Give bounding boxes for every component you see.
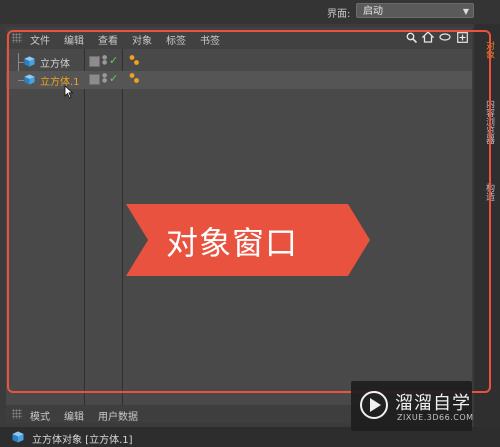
object-row-cube[interactable]: 立方体 ● ● ✓ xyxy=(6,53,472,71)
object-row-cube-1[interactable]: 立方体.1 ● ● ✓ xyxy=(6,71,472,89)
layer-box-icon[interactable] xyxy=(89,56,100,67)
menu-edit-attr[interactable]: 编辑 xyxy=(64,408,84,423)
menu-tags[interactable]: 标签 xyxy=(166,32,186,47)
watermark: 溜溜自学 ZIXUE.3D66.COM xyxy=(351,381,474,431)
object-name[interactable]: 立方体 xyxy=(40,55,70,70)
visibility-dots-icon[interactable]: ● ● xyxy=(102,73,108,85)
menu-object[interactable]: 对象 xyxy=(132,32,152,47)
status-text: 立方体对象 [立方体.1] xyxy=(32,435,133,446)
mouse-cursor-icon xyxy=(64,85,74,99)
tab-content-browser[interactable]: 内容浏览器 xyxy=(476,78,496,164)
watermark-title: 溜溜自学 xyxy=(395,393,471,414)
interface-dropdown-value: 启动 xyxy=(363,6,383,17)
layer-box-icon[interactable] xyxy=(89,74,100,85)
play-logo-icon xyxy=(360,391,388,419)
tab-objects[interactable]: 对象 xyxy=(476,30,496,70)
menu-file[interactable]: 文件 xyxy=(30,32,50,47)
cube-icon xyxy=(12,431,24,443)
enabled-check-icon[interactable]: ✓ xyxy=(109,54,118,67)
menu-mode[interactable]: 模式 xyxy=(30,408,50,423)
link-icon[interactable] xyxy=(439,30,451,44)
enabled-check-icon[interactable]: ✓ xyxy=(109,72,118,85)
chevron-down-icon: ▼ xyxy=(462,7,469,16)
home-icon[interactable] xyxy=(422,30,434,44)
watermark-url: ZIXUE.3D66.COM xyxy=(397,413,474,422)
object-window-callout: 对象窗口 xyxy=(126,204,370,276)
search-icon[interactable] xyxy=(405,30,417,44)
object-manager-menubar: 文件 编辑 查看 对象 标签 书签 xyxy=(6,27,472,49)
interface-label: 界面: xyxy=(327,9,351,20)
tab-structure[interactable]: 构造 xyxy=(476,174,496,210)
menu-user-data[interactable]: 用户数据 xyxy=(98,408,138,423)
panel-grip-icon[interactable] xyxy=(12,33,22,43)
callout-text: 对象窗口 xyxy=(166,224,299,262)
phong-tag-icon[interactable] xyxy=(128,54,140,66)
visibility-dots-icon[interactable]: ● ● xyxy=(102,55,108,67)
interface-dropdown[interactable]: 启动 ▼ xyxy=(356,3,474,18)
interface-bar: 界面: 启动 ▼ xyxy=(0,0,500,24)
panel-grip-icon[interactable] xyxy=(12,409,22,419)
menu-view[interactable]: 查看 xyxy=(98,32,118,47)
phong-tag-icon[interactable] xyxy=(128,72,140,84)
menu-edit[interactable]: 编辑 xyxy=(64,32,84,47)
cube-icon xyxy=(24,74,35,85)
new-window-icon[interactable] xyxy=(456,30,468,44)
menu-bookmarks[interactable]: 书签 xyxy=(200,32,220,47)
cube-icon xyxy=(24,56,35,67)
right-tab-strip: 对象 内容浏览器 构造 xyxy=(474,24,500,427)
